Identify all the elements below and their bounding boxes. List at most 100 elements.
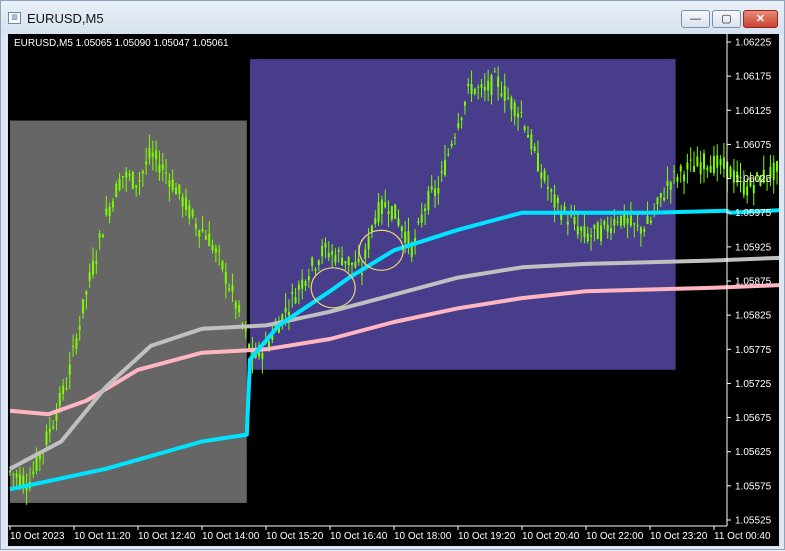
candle-body (118, 178, 121, 190)
candle-body (626, 218, 629, 224)
candle-body (370, 225, 373, 232)
candle-body (430, 186, 433, 190)
candle-body (38, 454, 41, 460)
candle-body (234, 302, 237, 309)
candle-body (307, 276, 310, 281)
candle-body (78, 326, 81, 330)
candle-body (45, 431, 48, 445)
candle-body (158, 165, 161, 173)
candle-body (517, 113, 520, 118)
candle-body (394, 204, 397, 219)
candle-body (168, 180, 171, 187)
title-bar[interactable]: ▥ EURUSD,M5 — ▢ ✕ (1, 1, 784, 34)
candle-body (65, 388, 68, 390)
candle-body (646, 215, 649, 224)
candle-body (576, 226, 579, 235)
candle-body (709, 165, 712, 173)
candle-body (673, 170, 676, 172)
candle-body (390, 206, 393, 220)
candle-body (702, 153, 705, 170)
candle-body (722, 157, 725, 169)
candle-body (573, 217, 576, 225)
candle-body (619, 215, 622, 226)
candle-body (360, 273, 363, 275)
candle-body (510, 97, 513, 110)
candle-body (447, 153, 450, 155)
candle-body (111, 201, 114, 208)
candle-body (145, 161, 148, 165)
candle-body (194, 223, 197, 229)
candle-body (417, 221, 420, 223)
candle-body (135, 185, 138, 188)
candle-body (201, 229, 204, 232)
close-button[interactable]: ✕ (743, 10, 778, 28)
candle-body (643, 229, 646, 232)
candle-body (380, 199, 383, 214)
candle-body (321, 245, 324, 257)
candle-body (467, 83, 470, 87)
candle-body (683, 174, 686, 182)
candle-body (284, 307, 287, 313)
candle-body (297, 284, 300, 291)
candle-body (553, 194, 556, 208)
candle-body (427, 190, 430, 211)
candle-body (716, 155, 719, 168)
candle-body (659, 193, 662, 198)
candle-body (377, 202, 380, 223)
candle-body (712, 155, 715, 174)
candle-body (178, 184, 181, 194)
candle-body (95, 261, 98, 264)
candle-body (463, 101, 466, 106)
candle-body (165, 172, 168, 174)
price-chart[interactable]: 1.06225 1.06175 1.06125 1.06075 1.06025 1.059… (8, 34, 785, 546)
candle-body (480, 84, 483, 88)
minimize-button[interactable]: — (681, 10, 710, 28)
candle-body (570, 215, 573, 217)
candle-body (327, 252, 330, 258)
y-tick-label: 1.05725 (735, 379, 772, 390)
candle-body (248, 344, 251, 349)
y-tick-label: 1.05775 (735, 345, 772, 356)
candle-body (696, 156, 699, 166)
candle-body (397, 218, 400, 226)
y-tick-label: 1.05825 (735, 311, 772, 322)
candle-body (772, 162, 775, 181)
x-tick-label: 10 Oct 19:20 (458, 531, 516, 542)
candle-body (55, 413, 58, 421)
candle-body (267, 341, 270, 348)
candle-body (676, 176, 679, 182)
candle-body (151, 152, 154, 157)
y-tick-label: 1.05925 (735, 242, 772, 253)
candle-body (729, 167, 732, 178)
candle-body (610, 228, 613, 233)
maximize-button[interactable]: ▢ (712, 10, 741, 28)
candle-body (347, 256, 350, 265)
x-tick-label: 10 Oct 2023 (10, 531, 65, 542)
candle-body (586, 233, 589, 242)
candle-body (218, 250, 221, 252)
candle-body (351, 262, 354, 265)
candle-body (460, 117, 463, 120)
candle-body (513, 102, 516, 117)
candle-body (181, 196, 184, 207)
candle-body (188, 205, 191, 219)
candle-body (679, 165, 682, 172)
candle-body (88, 272, 91, 281)
y-tick-label: 1.05875 (735, 277, 772, 288)
candle-body (387, 211, 390, 214)
candle-body (600, 225, 603, 242)
y-tick-label: 1.06025 (735, 174, 772, 185)
candle-body (550, 189, 553, 192)
candle-body (437, 188, 440, 194)
y-tick-label: 1.05675 (735, 413, 772, 424)
candle-body (470, 84, 473, 95)
candle-body (228, 288, 231, 290)
candle-body (487, 80, 490, 91)
candle-body (101, 234, 104, 238)
candle-body (224, 271, 227, 284)
candle-body (125, 172, 128, 178)
candle-body (596, 222, 599, 240)
candle-body (314, 269, 317, 271)
candle-body (75, 338, 78, 350)
candle-body (121, 175, 124, 178)
